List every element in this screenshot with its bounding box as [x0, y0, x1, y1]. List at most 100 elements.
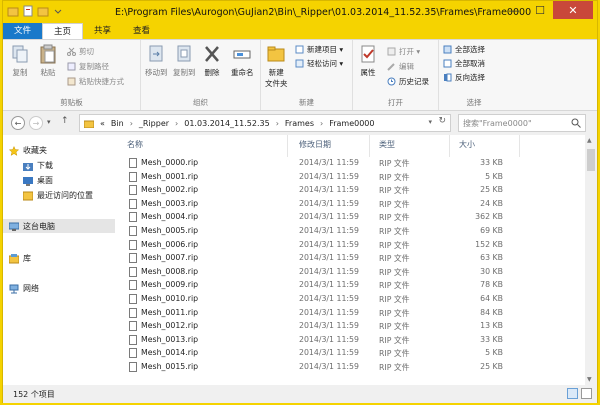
file-type: RIP 文件: [379, 335, 410, 345]
table-row[interactable]: Mesh_0004.rip 2014/3/1 11:59 RIP 文件 362 KB: [115, 211, 585, 225]
window-controls: — ☐ ✕: [501, 1, 593, 19]
details-view-button[interactable]: [567, 388, 578, 399]
breadcrumb-separator[interactable]: ›: [276, 119, 279, 128]
column-divider[interactable]: [449, 135, 450, 157]
tab-view[interactable]: 查看: [122, 23, 161, 39]
vertical-scrollbar[interactable]: ▲ ▼: [585, 135, 597, 385]
breadcrumb-separator[interactable]: ›: [175, 119, 178, 128]
copy-button[interactable]: 复制: [11, 44, 29, 78]
search-box[interactable]: 搜索"Frame0000": [458, 114, 586, 132]
sidebar-item-desktop[interactable]: 桌面: [23, 175, 53, 186]
nav-this-pc[interactable]: 这台电脑: [9, 221, 55, 232]
breadcrumb-separator[interactable]: ›: [130, 119, 133, 128]
open-button[interactable]: 打开 ▾: [387, 46, 420, 57]
table-row[interactable]: Mesh_0005.rip 2014/3/1 11:59 RIP 文件 69 KB: [115, 225, 585, 239]
network-icon: [9, 284, 19, 293]
file-size: 13 KB: [480, 321, 503, 331]
nav-network[interactable]: 网络: [9, 283, 39, 294]
select-group: 全部选择 全部取消 反向选择 选择: [439, 40, 509, 110]
breadcrumb-frame0000[interactable]: Frame0000: [329, 119, 374, 128]
sidebar-item-recent[interactable]: 最近访问的位置: [23, 190, 93, 201]
table-row[interactable]: Mesh_0006.rip 2014/3/1 11:59 RIP 文件 152 KB: [115, 239, 585, 253]
column-header-size[interactable]: 大小: [459, 139, 475, 150]
scroll-down-arrow-icon[interactable]: ▼: [587, 376, 592, 383]
breadcrumb-overflow[interactable]: «: [100, 119, 105, 128]
file-name: Mesh_0003.rip: [141, 198, 199, 208]
select-none-button[interactable]: 全部取消: [443, 58, 485, 69]
forward-button[interactable]: →: [29, 116, 43, 130]
maximize-button[interactable]: ☐: [527, 1, 553, 19]
file-date: 2014/3/1 11:59: [299, 334, 359, 344]
large-icons-view-button[interactable]: [581, 388, 592, 399]
copy-to-icon: [177, 45, 191, 62]
breadcrumb-separator[interactable]: ›: [320, 119, 323, 128]
table-row[interactable]: Mesh_0000.rip 2014/3/1 11:59 RIP 文件 33 KB: [115, 157, 585, 171]
properties-icon[interactable]: [22, 5, 34, 17]
table-row[interactable]: Mesh_0003.rip 2014/3/1 11:59 RIP 文件 24 KB: [115, 198, 585, 212]
address-dropdown-icon[interactable]: ▾: [428, 118, 432, 126]
delete-button[interactable]: 删除: [203, 44, 221, 78]
minimize-button[interactable]: —: [501, 1, 527, 19]
table-row[interactable]: Mesh_0011.rip 2014/3/1 11:59 RIP 文件 84 KB: [115, 307, 585, 321]
breadcrumb-bin[interactable]: Bin: [111, 119, 124, 128]
customize-qat-icon[interactable]: [52, 5, 64, 17]
open-group: 属性 打开 ▾ 编辑 历史记录 打开: [353, 40, 439, 110]
download-icon: [23, 162, 33, 171]
copy-to-button[interactable]: 复制到: [173, 44, 196, 78]
invert-selection-button[interactable]: 反向选择: [443, 72, 485, 83]
new-folder-label: 新建 文件夹: [265, 68, 288, 88]
table-row[interactable]: Mesh_0014.rip 2014/3/1 11:59 RIP 文件 5 KB: [115, 347, 585, 361]
address-bar[interactable]: « Bin › _Ripper › 01.03.2014_11.52.35 › …: [79, 114, 451, 132]
scrollbar-thumb[interactable]: [587, 149, 595, 171]
search-icon[interactable]: [571, 118, 581, 128]
rename-button[interactable]: 重命名: [231, 44, 254, 78]
history-button[interactable]: 历史记录: [387, 76, 429, 87]
back-button[interactable]: ←: [11, 116, 25, 130]
close-button[interactable]: ✕: [553, 1, 593, 19]
scroll-up-arrow-icon[interactable]: ▲: [587, 137, 592, 144]
easy-access-button[interactable]: 轻松访问 ▾: [295, 58, 343, 69]
ribbon: 复制 粘贴 剪切 复制路径 粘贴快捷方式 剪贴板 移动到 复制到 删除 重命名 …: [3, 39, 597, 111]
table-row[interactable]: Mesh_0001.rip 2014/3/1 11:59 RIP 文件 5 KB: [115, 171, 585, 185]
table-row[interactable]: Mesh_0002.rip 2014/3/1 11:59 RIP 文件 25 KB: [115, 184, 585, 198]
tab-share[interactable]: 共享: [83, 23, 122, 39]
recent-locations-chevron-icon[interactable]: ▾: [47, 118, 51, 126]
table-row[interactable]: Mesh_0015.rip 2014/3/1 11:59 RIP 文件 25 KB: [115, 361, 585, 375]
up-arrow-icon[interactable]: ↑: [61, 116, 69, 126]
new-item-button[interactable]: 新建项目 ▾: [295, 44, 343, 55]
column-header-date[interactable]: 修改日期: [299, 139, 331, 150]
table-row[interactable]: Mesh_0010.rip 2014/3/1 11:59 RIP 文件 64 KB: [115, 293, 585, 307]
column-header-name[interactable]: 名称: [127, 139, 143, 150]
breadcrumb-ripper[interactable]: _Ripper: [139, 119, 169, 128]
cut-button[interactable]: 剪切: [67, 46, 94, 57]
edit-button[interactable]: 编辑: [387, 61, 414, 72]
paste-shortcut-button[interactable]: 粘贴快捷方式: [67, 76, 124, 87]
breadcrumb-date-folder[interactable]: 01.03.2014_11.52.35: [184, 119, 269, 128]
tab-file[interactable]: 文件: [3, 23, 43, 39]
nav-libraries[interactable]: 库: [9, 253, 31, 264]
paste-button[interactable]: 粘贴: [39, 44, 57, 78]
file-icon: [129, 253, 137, 264]
new-folder-button[interactable]: 新建 文件夹: [265, 44, 288, 89]
select-all-button[interactable]: 全部选择: [443, 44, 485, 55]
table-row[interactable]: Mesh_0009.rip 2014/3/1 11:59 RIP 文件 78 KB: [115, 279, 585, 293]
properties-button[interactable]: 属性: [359, 44, 377, 78]
sidebar-item-downloads[interactable]: 下载: [23, 160, 53, 171]
select-all-icon: [443, 45, 452, 54]
breadcrumb-frames[interactable]: Frames: [285, 119, 314, 128]
table-row[interactable]: Mesh_0007.rip 2014/3/1 11:59 RIP 文件 63 KB: [115, 252, 585, 266]
tab-home[interactable]: 主页: [42, 23, 84, 39]
new-folder-icon[interactable]: [37, 5, 49, 17]
table-row[interactable]: Mesh_0008.rip 2014/3/1 11:59 RIP 文件 30 KB: [115, 266, 585, 280]
nav-favorites[interactable]: 收藏夹: [9, 145, 47, 156]
refresh-icon[interactable]: ↻: [438, 116, 446, 126]
table-row[interactable]: Mesh_0013.rip 2014/3/1 11:59 RIP 文件 33 KB: [115, 334, 585, 348]
move-to-button[interactable]: 移动到: [145, 44, 168, 78]
copy-path-button[interactable]: 复制路径: [67, 61, 109, 72]
column-header-type[interactable]: 类型: [379, 139, 395, 150]
file-date: 2014/3/1 11:59: [299, 294, 359, 303]
column-divider[interactable]: [287, 135, 288, 157]
column-divider[interactable]: [519, 135, 520, 157]
column-divider[interactable]: [369, 135, 370, 157]
table-row[interactable]: Mesh_0012.rip 2014/3/1 11:59 RIP 文件 13 KB: [115, 320, 585, 334]
